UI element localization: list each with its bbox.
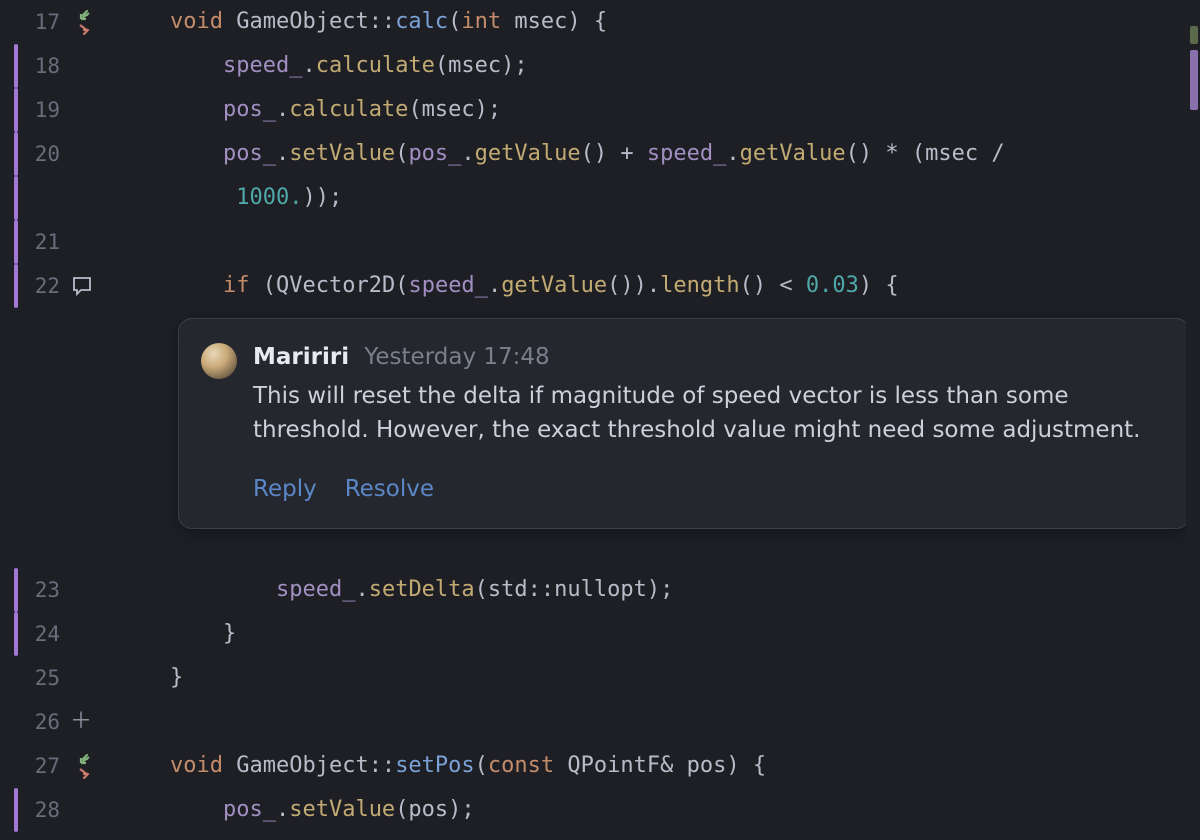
gutter[interactable]: 24 <box>0 612 160 656</box>
comment-timestamp: Yesterday 17:48 <box>364 344 549 370</box>
comment-body: This will reset the delta if magnitude o… <box>253 380 1163 447</box>
diff-arrow-icon <box>70 8 98 36</box>
gutter[interactable]: 23 <box>0 568 160 612</box>
change-marker <box>14 612 18 656</box>
diff-arrow-icon <box>70 752 98 780</box>
change-marker <box>14 132 18 176</box>
line-number: 26 <box>24 700 60 744</box>
gutter[interactable]: 22 <box>0 264 160 308</box>
change-marker <box>14 44 18 88</box>
line-number: 28 <box>24 788 60 832</box>
code-line[interactable]: 18 speed_.calculate(msec); <box>0 44 1200 88</box>
line-number: 23 <box>24 568 60 612</box>
code-text[interactable]: speed_.calculate(msec); <box>160 44 1200 88</box>
code-line[interactable]: 24 } <box>0 612 1200 656</box>
line-number: 20 <box>24 132 60 176</box>
change-marker <box>14 788 18 832</box>
resolve-link[interactable]: Resolve <box>345 473 434 506</box>
avatar <box>201 343 237 379</box>
code-line[interactable]: 19 pos_.calculate(msec); <box>0 88 1200 132</box>
code-text[interactable]: void GameObject::setPos(const QPointF& p… <box>160 744 1200 788</box>
gutter[interactable] <box>0 176 160 220</box>
gutter[interactable]: 27 <box>0 744 160 788</box>
code-line[interactable]: 17 void GameObject::calc(int msec) { <box>0 0 1200 44</box>
change-marker <box>14 220 18 264</box>
gutter[interactable]: 20 <box>0 132 160 176</box>
code-line[interactable]: 23 speed_.setDelta(std::nullopt); <box>0 568 1200 612</box>
gutter[interactable]: 26＋ <box>0 700 160 744</box>
code-text[interactable]: speed_.setDelta(std::nullopt); <box>160 568 1200 612</box>
comment-icon[interactable] <box>70 274 94 298</box>
scrollbar[interactable] <box>1186 0 1200 840</box>
code-text[interactable]: pos_.setValue(pos_.getValue() + speed_.g… <box>160 132 1200 176</box>
code-text[interactable]: if (QVector2D(speed_.getValue()).length(… <box>160 264 1200 308</box>
code-text[interactable]: 1000.)); <box>160 176 1200 220</box>
code-line[interactable]: 26＋ <box>0 700 1200 744</box>
gutter[interactable]: 18 <box>0 44 160 88</box>
code-line[interactable]: 20 pos_.setValue(pos_.getValue() + speed… <box>0 132 1200 176</box>
gutter[interactable]: 17 <box>0 0 160 44</box>
inline-comment: Maririri Yesterday 17:48 This will reset… <box>178 318 1190 529</box>
line-number: 22 <box>24 264 60 308</box>
code-text[interactable]: } <box>160 612 1200 656</box>
code-text[interactable]: pos_.setValue(pos); <box>160 788 1200 832</box>
gutter[interactable]: 28 <box>0 788 160 832</box>
code-line[interactable]: 27 void GameObject::setPos(const QPointF… <box>0 744 1200 788</box>
line-number: 19 <box>24 88 60 132</box>
code-line[interactable]: 25} <box>0 656 1200 700</box>
code-text[interactable]: void GameObject::calc(int msec) { <box>160 0 1200 44</box>
line-number: 25 <box>24 656 60 700</box>
line-number: 18 <box>24 44 60 88</box>
code-line[interactable]: 22 if (QVector2D(speed_.getValue()).leng… <box>0 264 1200 308</box>
line-number: 17 <box>24 0 60 44</box>
gutter[interactable]: 19 <box>0 88 160 132</box>
line-number: 24 <box>24 612 60 656</box>
code-line[interactable]: 1000.)); <box>0 176 1200 220</box>
code-text[interactable]: pos_.calculate(msec); <box>160 88 1200 132</box>
code-line[interactable]: 28 pos_.setValue(pos); <box>0 788 1200 832</box>
code-text[interactable]: } <box>160 656 1200 700</box>
scroll-marker <box>1190 26 1198 44</box>
change-marker <box>14 176 18 220</box>
code-line[interactable]: 21 <box>0 220 1200 264</box>
reply-link[interactable]: Reply <box>253 473 317 506</box>
line-number: 21 <box>24 220 60 264</box>
scroll-marker <box>1190 50 1198 110</box>
add-icon[interactable]: ＋ <box>70 700 92 744</box>
change-marker <box>14 88 18 132</box>
change-marker <box>14 568 18 612</box>
gutter[interactable]: 25 <box>0 656 160 700</box>
comment-author: Maririri <box>253 344 349 370</box>
line-number: 27 <box>24 744 60 788</box>
change-marker <box>14 264 18 308</box>
gutter[interactable]: 21 <box>0 220 160 264</box>
